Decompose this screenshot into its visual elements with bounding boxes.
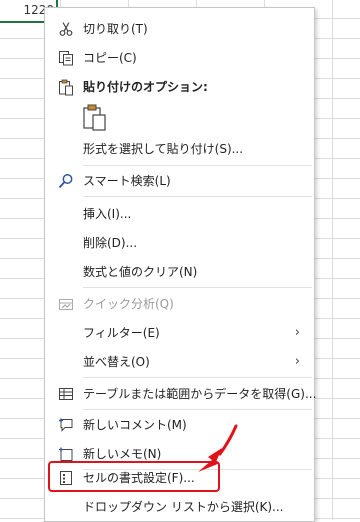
context-menu: 切り取り(T) コピー(C) 貼り付けのオプション: 形式を選択して貼り付け(S… <box>44 7 317 522</box>
menu-item-paste-special[interactable]: 形式を選択して貼り付け(S)... <box>45 135 314 162</box>
menu-item-copy[interactable]: コピー(C) <box>45 44 314 71</box>
paste-options-label: 貼り付けのオプション: <box>83 80 208 94</box>
menu-item-cut-label: 切り取り(T) <box>83 22 148 36</box>
menu-item-dropdown-pick-label: ドロップダウン リストから選択(K)... <box>83 500 284 514</box>
menu-item-paste-special-label: 形式を選択して貼り付け(S)... <box>83 142 244 156</box>
menu-item-dropdown-pick[interactable]: ドロップダウン リストから選択(K)... <box>45 493 314 520</box>
search-icon <box>56 171 76 191</box>
comment-icon <box>56 415 76 435</box>
menu-item-sort[interactable]: 並べ替え(O) › <box>45 348 314 375</box>
paste-icon <box>83 104 106 131</box>
menu-item-quick-analysis-label: クイック分析(Q) <box>83 297 174 311</box>
menu-item-insert[interactable]: 挿入(I)... <box>45 200 314 227</box>
table-icon <box>56 384 76 404</box>
menu-item-get-data[interactable]: テーブルまたは範囲からデータを取得(G)... <box>45 380 317 407</box>
menu-item-smart-lookup[interactable]: スマート検索(L) <box>45 167 314 194</box>
menu-item-sort-label: 並べ替え(O) <box>83 355 150 369</box>
copy-icon <box>56 48 76 68</box>
menu-item-delete-label: 削除(D)... <box>83 236 138 250</box>
pointer-arrow-icon <box>198 424 238 472</box>
menu-item-filter[interactable]: フィルター(E) › <box>45 319 314 346</box>
menu-item-get-data-label: テーブルまたは範囲からデータを取得(G)... <box>83 387 317 401</box>
menu-item-delete[interactable]: 削除(D)... <box>45 229 314 256</box>
menu-item-smart-lookup-label: スマート検索(L) <box>83 174 171 188</box>
menu-item-cut[interactable]: 切り取り(T) <box>45 15 314 42</box>
menu-item-clear-contents-label: 数式と値のクリア(N) <box>83 265 198 279</box>
chevron-right-icon: › <box>294 354 300 369</box>
menu-item-new-note-label: 新しいメモ(N) <box>83 447 162 461</box>
scissors-icon <box>56 19 76 39</box>
quick-analysis-icon <box>56 294 76 314</box>
menu-divider <box>83 196 312 197</box>
menu-item-quick-analysis: クイック分析(Q) <box>45 290 314 317</box>
menu-divider <box>83 287 312 288</box>
chevron-right-icon: › <box>294 325 300 340</box>
menu-item-insert-label: 挿入(I)... <box>83 207 132 221</box>
menu-item-new-comment-label: 新しいコメント(M) <box>83 418 187 432</box>
menu-item-clear-contents[interactable]: 数式と値のクリア(N) <box>45 258 314 285</box>
menu-item-copy-label: コピー(C) <box>83 51 137 65</box>
menu-divider <box>83 409 312 410</box>
clipboard-icon <box>56 77 76 97</box>
paste-button[interactable] <box>82 104 108 132</box>
menu-divider <box>83 377 312 378</box>
paste-options-header: 貼り付けのオプション: <box>45 73 314 100</box>
menu-item-new-comment[interactable]: 新しいコメント(M) <box>45 411 314 438</box>
menu-item-filter-label: フィルター(E) <box>83 326 160 340</box>
menu-divider <box>83 165 312 166</box>
